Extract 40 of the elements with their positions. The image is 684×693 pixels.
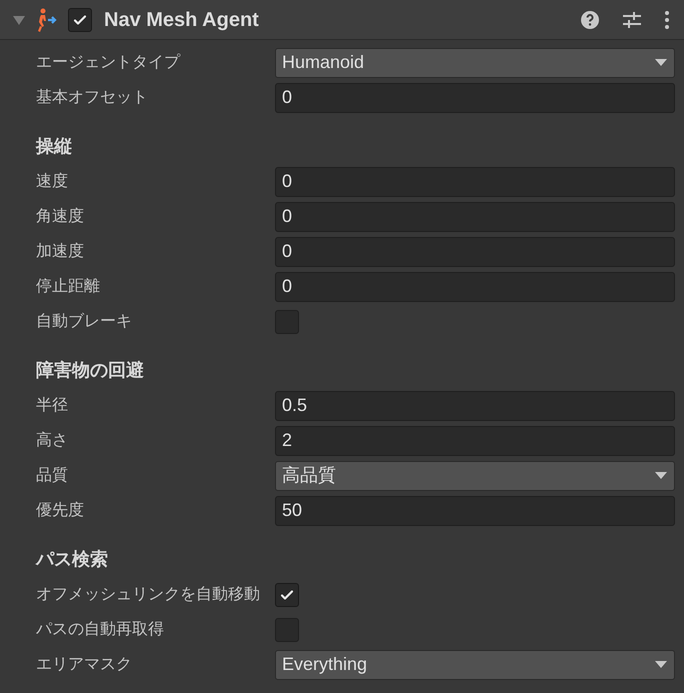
- number-field[interactable]: 0: [275, 82, 675, 112]
- number-field[interactable]: 2: [275, 426, 675, 456]
- number-field[interactable]: 0: [275, 236, 675, 266]
- field-label: 基本オフセット: [36, 88, 149, 108]
- foldout-arrow-icon[interactable]: [12, 14, 26, 26]
- checkbox[interactable]: [68, 8, 92, 32]
- field-label: 高さ: [36, 430, 69, 450]
- field-label: オフメッシュリンクを自動移動: [36, 584, 261, 604]
- component-title: Nav Mesh Agent: [104, 8, 259, 32]
- checkbox[interactable]: [275, 618, 299, 642]
- field-label: 加速度: [36, 242, 85, 262]
- field-label: エージェントタイプ: [36, 52, 182, 72]
- field-label: パスの自動再取得: [36, 620, 165, 640]
- field-label: 自動ブレーキ: [36, 312, 133, 332]
- more-options-icon[interactable]: [664, 10, 670, 30]
- dropdown-arrow-icon: [654, 58, 668, 67]
- checkbox[interactable]: [275, 310, 299, 334]
- section-heading: パス検索: [36, 548, 108, 571]
- dropdown-arrow-icon: [654, 471, 668, 480]
- dropdown-arrow-icon: [654, 660, 668, 669]
- number-field[interactable]: 0: [275, 202, 675, 232]
- sliders-icon[interactable]: [622, 10, 642, 30]
- dropdown[interactable]: Everything: [275, 650, 675, 680]
- field-label: 優先度: [36, 500, 85, 520]
- field-label: 品質: [36, 466, 69, 486]
- number-field[interactable]: 0.5: [275, 390, 675, 420]
- number-field[interactable]: 0: [275, 166, 675, 196]
- field-label: エリアマスク: [36, 654, 133, 674]
- field-label: 速度: [36, 172, 69, 192]
- dropdown[interactable]: 高品質: [275, 460, 675, 490]
- number-field[interactable]: 0: [275, 272, 675, 302]
- field-label: 角速度: [36, 206, 85, 226]
- field-label: 半径: [36, 396, 69, 416]
- field-label: 停止距離: [36, 276, 101, 296]
- section-heading: 障害物の回避: [36, 359, 144, 382]
- number-field[interactable]: 50: [275, 496, 675, 526]
- help-icon[interactable]: [580, 10, 600, 30]
- dropdown[interactable]: Humanoid: [275, 48, 675, 78]
- checkbox[interactable]: [275, 582, 299, 606]
- section-heading: 操縦: [36, 135, 72, 158]
